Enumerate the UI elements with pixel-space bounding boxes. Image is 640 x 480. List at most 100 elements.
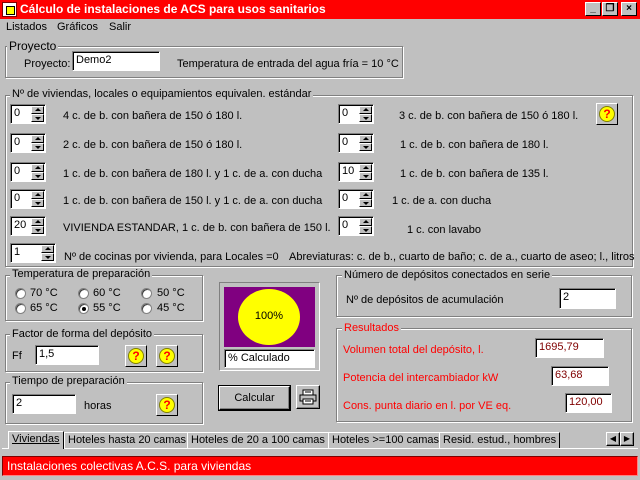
radio-65[interactable] — [15, 303, 26, 314]
vivienda-spinner-10[interactable]: 0 — [338, 216, 374, 236]
progress-gauge: 100% — [238, 289, 300, 345]
vivienda-label-7: 1 c. de b. con bañera de 180 l. — [400, 139, 549, 151]
spin-down-icon[interactable] — [31, 172, 44, 180]
spin-down-icon[interactable] — [31, 143, 44, 151]
spin-up-icon[interactable] — [31, 135, 44, 143]
resultados-group-label: Resultados — [342, 322, 402, 334]
vivienda-spinner-8[interactable]: 10 — [338, 162, 374, 182]
calcular-button[interactable]: Calcular — [218, 385, 291, 411]
factor-label: Ff — [12, 350, 22, 362]
tab-hoteles-100[interactable]: Hoteles >=100 camas — [328, 432, 444, 448]
radio-70-label: 70 °C — [30, 287, 58, 299]
spin-down-icon[interactable] — [359, 199, 372, 207]
help-button-factor-2[interactable]: ? — [156, 345, 178, 367]
status-bar: Instalaciones colectivas A.C.S. para viv… — [2, 456, 638, 476]
vivienda-spinner-1[interactable]: 0 — [10, 104, 46, 124]
radio-45-label: 45 °C — [157, 302, 185, 314]
tiempo-input[interactable]: 2 — [12, 394, 76, 414]
tab-viviendas[interactable]: Viviendas — [8, 431, 64, 449]
tab-hoteles-20-100[interactable]: Hoteles de 20 a 100 camas — [187, 432, 329, 448]
menu-listados[interactable]: Listados — [6, 21, 47, 33]
vivienda-spinner-5[interactable]: 20 — [10, 216, 46, 236]
spin-up-icon[interactable] — [359, 135, 372, 143]
temp-agua-info: Temperatura de entrada del agua fría = 1… — [177, 58, 399, 70]
spin-up-icon[interactable] — [359, 106, 372, 114]
spin-up-icon[interactable] — [31, 164, 44, 172]
tab-scroll-right-icon[interactable]: ▶ — [620, 432, 634, 446]
tab-scroll-left-icon[interactable]: ◀ — [606, 432, 620, 446]
spin-down-icon[interactable] — [359, 114, 372, 122]
spin-down-icon[interactable] — [31, 226, 44, 234]
help-button-viviendas[interactable]: ? — [596, 103, 618, 125]
vivienda-label-2: 2 c. de b. con bañera de 150 ó 180 l. — [63, 139, 243, 151]
menu-salir[interactable]: Salir — [109, 21, 131, 33]
resultado-volumen-label: Volumen total del depósito, l. — [343, 344, 484, 356]
spin-up-icon[interactable] — [31, 191, 44, 199]
vivienda-label-1: 4 c. de b. con bañera de 150 ó 180 l. — [63, 110, 243, 122]
spin-up-icon[interactable] — [359, 218, 372, 226]
help-button-tiempo[interactable]: ? — [156, 394, 178, 416]
spin-up-icon[interactable] — [31, 218, 44, 226]
proyecto-label: Proyecto: — [24, 58, 71, 70]
tab-resid-estud[interactable]: Resid. estud., hombres — [439, 432, 561, 448]
progress-background: 100% — [224, 287, 315, 347]
minimize-button[interactable]: _ — [585, 2, 601, 16]
app-icon[interactable] — [2, 2, 17, 17]
progress-panel: 100% % Calculado — [219, 282, 320, 371]
vivienda-label-5: VIVIENDA ESTANDAR, 1 c. de b. con bañera… — [63, 222, 331, 234]
resultado-consumo-value: 120,00 — [565, 393, 612, 413]
radio-55-label: 55 °C — [93, 302, 121, 314]
radio-45[interactable] — [141, 303, 152, 314]
menu-bar: Listados Gráficos Salir — [0, 19, 640, 37]
factor-group-label: Factor de forma del depósito — [10, 328, 155, 340]
factor-input[interactable]: 1,5 — [35, 345, 99, 365]
vivienda-label-8: 1 c. de b. con bañera de 135 l. — [400, 168, 549, 180]
radio-60[interactable] — [78, 288, 89, 299]
depositos-input[interactable]: 2 — [559, 288, 616, 309]
abreviaturas-text: Abreviaturas: c. de b., cuarto de baño; … — [289, 251, 635, 263]
close-button[interactable]: × — [621, 2, 637, 16]
spin-up-icon[interactable] — [31, 106, 44, 114]
depositos-group-label: Número de depósitos conectados en serie — [342, 269, 553, 281]
menu-graficos[interactable]: Gráficos — [57, 21, 98, 33]
resultado-potencia-value: 63,68 — [551, 366, 609, 386]
resultado-potencia-label: Potencia del intercambiador kW — [343, 372, 499, 384]
vivienda-label-4: 1 c. de b. con bañera de 150 l. y 1 c. d… — [63, 195, 323, 207]
tab-hoteles-20[interactable]: Hoteles hasta 20 camas — [64, 432, 191, 448]
vivienda-label-10: 1 c. con lavabo — [407, 224, 481, 236]
cocinas-label: Nº de cocinas por vivienda, para Locales… — [64, 251, 279, 263]
help-button-factor-1[interactable]: ? — [125, 345, 147, 367]
spin-down-icon[interactable] — [359, 172, 372, 180]
print-button[interactable] — [296, 385, 320, 409]
spin-down-icon[interactable] — [31, 114, 44, 122]
spin-down-icon[interactable] — [359, 143, 372, 151]
radio-70[interactable] — [15, 288, 26, 299]
progress-percent: 100% — [254, 310, 284, 322]
spin-up-icon[interactable] — [359, 191, 372, 199]
spin-up-icon[interactable] — [41, 245, 54, 253]
vivienda-spinner-4[interactable]: 0 — [10, 189, 46, 209]
vivienda-spinner-9[interactable]: 0 — [338, 189, 374, 209]
vivienda-spinner-7[interactable]: 0 — [338, 133, 374, 153]
title-bar: Cálculo de instalaciones de ACS para uso… — [0, 0, 640, 19]
vivienda-spinner-6[interactable]: 0 — [338, 104, 374, 124]
help-icon: ? — [159, 348, 175, 364]
cocinas-spinner[interactable]: 1 — [10, 243, 56, 263]
radio-60-label: 60 °C — [93, 287, 121, 299]
spin-up-icon[interactable] — [359, 164, 372, 172]
restore-button[interactable]: ❐ — [602, 2, 618, 16]
proyecto-input[interactable]: Demo2 — [72, 51, 160, 71]
radio-55-selected[interactable] — [78, 303, 89, 314]
spin-down-icon[interactable] — [31, 199, 44, 207]
proyecto-group-label: Proyecto — [7, 39, 59, 53]
radio-65-label: 65 °C — [30, 302, 58, 314]
viviendas-group-label: Nº de viviendas, locales o equipamientos… — [10, 88, 314, 100]
vivienda-label-6: 3 c. de b. con bañera de 150 ó 180 l. — [399, 110, 579, 122]
depositos-label: Nº de depósitos de acumulación — [346, 294, 504, 306]
vivienda-spinner-2[interactable]: 0 — [10, 133, 46, 153]
vivienda-spinner-3[interactable]: 0 — [10, 162, 46, 182]
spin-down-icon[interactable] — [359, 226, 372, 234]
radio-50[interactable] — [141, 288, 152, 299]
spin-down-icon[interactable] — [41, 253, 54, 261]
printer-icon — [299, 389, 317, 405]
